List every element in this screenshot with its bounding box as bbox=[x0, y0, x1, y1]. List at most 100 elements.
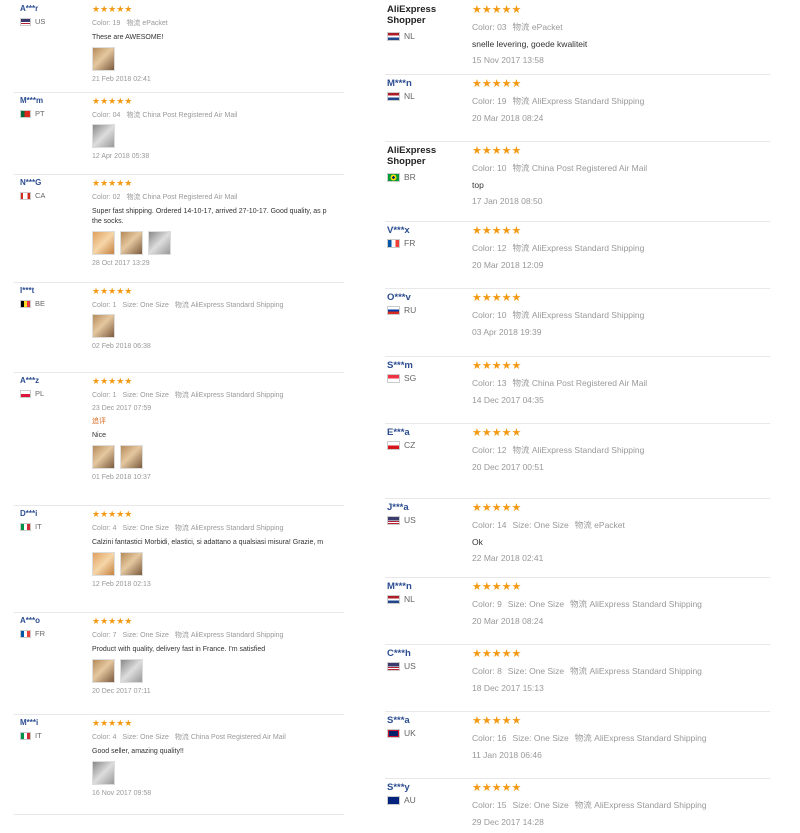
reviewer-name[interactable]: AliExpress Shopper bbox=[387, 145, 436, 167]
review-body: ★★★★★ Color: 8 Size: One Size 物流 AliExpress… bbox=[472, 648, 770, 693]
reviewer-name[interactable]: C***h bbox=[387, 648, 411, 659]
size-value: One Size bbox=[140, 734, 169, 741]
reviewer-name[interactable]: N***G bbox=[20, 178, 41, 187]
review-photo-thumbnail[interactable] bbox=[92, 445, 115, 469]
review-photo-thumbnail[interactable] bbox=[148, 231, 171, 255]
reviewer-name[interactable]: M***n bbox=[387, 78, 412, 89]
reviewer-name[interactable]: D***i bbox=[20, 509, 37, 518]
review-photo-thumbnail[interactable] bbox=[92, 761, 115, 785]
rating-stars: ★★★★★ bbox=[92, 286, 133, 296]
shipping-value: AliExpress Standard Shipping bbox=[594, 733, 707, 743]
reviewer-name[interactable]: A***r bbox=[20, 4, 38, 13]
color-value: 19 bbox=[112, 20, 121, 27]
review-date: 21 Feb 2018 02:41 bbox=[92, 76, 151, 83]
size-value: One Size bbox=[533, 520, 569, 530]
review-photos bbox=[92, 761, 344, 785]
color-label: Color: bbox=[472, 163, 495, 173]
reviewer-name-text: A***z bbox=[20, 376, 40, 385]
color-label: Color: bbox=[472, 22, 495, 32]
reviewer-name-text: S***a bbox=[387, 715, 410, 726]
review-photo-thumbnail[interactable] bbox=[92, 124, 115, 148]
reviewer-name[interactable]: S***a bbox=[387, 715, 410, 726]
reviewer-name-text: A***r bbox=[20, 4, 39, 13]
additional-feedback-date: 01 Feb 2018 10:37 bbox=[92, 474, 151, 481]
shipping-label: 物流 bbox=[174, 392, 189, 399]
country-code: IT bbox=[35, 731, 42, 740]
color-value: 16 bbox=[497, 733, 507, 743]
review-photo-thumbnail[interactable] bbox=[92, 659, 115, 683]
review-photo-thumbnail[interactable] bbox=[120, 445, 143, 469]
review-body: ★★★★★ Color: 1 Size: One Size 物流 AliExpress… bbox=[92, 376, 344, 481]
us-flag-icon bbox=[387, 515, 400, 525]
country-code: FR bbox=[35, 629, 45, 638]
fr-flag-icon bbox=[20, 629, 31, 638]
review-photo-thumbnail[interactable] bbox=[92, 552, 115, 576]
order-info: Color: 4 Size: One Size 物流 AliExpress Stan… bbox=[92, 523, 344, 533]
reviewer-name[interactable]: M***n bbox=[387, 581, 412, 592]
reviewer-country: PL bbox=[20, 389, 44, 398]
review-date: 14 Dec 2017 04:35 bbox=[472, 395, 544, 405]
reviewer-name[interactable]: S***y bbox=[387, 782, 410, 793]
reviewer-name[interactable]: A***o bbox=[20, 616, 40, 625]
order-info: Color: 1 Size: One Size 物流 AliExpress Stan… bbox=[92, 390, 344, 400]
rating-stars: ★★★★★ bbox=[472, 4, 522, 16]
shipping-label: 物流 bbox=[126, 20, 141, 27]
shipping-value: AliExpress Standard Shipping bbox=[190, 392, 284, 399]
additional-feedback-label: 追评 bbox=[92, 418, 106, 425]
review-date: 16 Nov 2017 09:58 bbox=[92, 790, 152, 797]
review-body: ★★★★★ Color: 4 Size: One Size 物流 China Post… bbox=[92, 718, 344, 797]
reviewer-name-text-line2: Shopper bbox=[387, 156, 426, 167]
reviewer-name[interactable]: M***m bbox=[20, 96, 43, 105]
country-code: AU bbox=[404, 795, 416, 805]
reviewer-name[interactable]: O***v bbox=[387, 292, 411, 303]
order-info: Color: 10 物流 China Post Registered Air Ma… bbox=[472, 162, 770, 174]
size-value: One Size bbox=[140, 632, 169, 639]
size-value: One Size bbox=[529, 599, 565, 609]
review-item: J***a US ★★★★★ Color: 14 Size: One Size 物流 eP… bbox=[385, 498, 770, 578]
reviewer-name[interactable]: E***a bbox=[387, 427, 410, 438]
shipping-label: 物流 bbox=[574, 800, 592, 810]
review-photos bbox=[92, 552, 344, 576]
size-value: One Size bbox=[140, 525, 169, 532]
review-photo-thumbnail[interactable] bbox=[120, 552, 143, 576]
review-photo-thumbnail[interactable] bbox=[92, 314, 115, 338]
size-value: One Size bbox=[533, 800, 569, 810]
reviewer-country: NL bbox=[387, 91, 415, 101]
rating-stars: ★★★★★ bbox=[472, 292, 522, 304]
reviewer-name[interactable]: M***i bbox=[20, 718, 38, 727]
reviewer-name[interactable]: AliExpress Shopper bbox=[387, 4, 436, 26]
additional-review-photos bbox=[92, 445, 344, 469]
review-photo-thumbnail[interactable] bbox=[92, 231, 115, 255]
reviewer-name[interactable]: S***m bbox=[387, 360, 413, 371]
color-label: Color: bbox=[472, 666, 495, 676]
shipping-value: China Post Registered Air Mail bbox=[531, 378, 648, 388]
rating-stars: ★★★★★ bbox=[92, 616, 133, 626]
country-code: BR bbox=[404, 172, 416, 182]
rating-stars: ★★★★★ bbox=[472, 782, 522, 794]
review-photo-thumbnail[interactable] bbox=[120, 231, 143, 255]
review-date: 02 Feb 2018 06:38 bbox=[92, 343, 151, 350]
review-date: 20 Mar 2018 12:09 bbox=[472, 260, 544, 270]
country-code: SG bbox=[404, 373, 417, 383]
reviewer-name[interactable]: V***x bbox=[387, 225, 410, 236]
reviewer-name-text: C***h bbox=[387, 648, 411, 659]
review-photo-thumbnail[interactable] bbox=[92, 47, 115, 71]
size-value: One Size bbox=[140, 302, 169, 309]
au-flag-icon bbox=[387, 795, 400, 805]
reviewer-name[interactable]: A***z bbox=[20, 376, 39, 385]
reviewer-name[interactable]: I***t bbox=[20, 286, 34, 295]
review-item: AliExpress Shopper BR ★★★★★ Color: 10 物流 Chin… bbox=[385, 141, 770, 222]
review-date: 11 Jan 2018 06:46 bbox=[472, 750, 542, 760]
reviewer-name[interactable]: J***a bbox=[387, 502, 409, 513]
nl-flag-icon bbox=[387, 31, 400, 41]
color-value: 19 bbox=[497, 96, 507, 106]
size-label: Size: bbox=[122, 302, 139, 309]
review-photo-thumbnail[interactable] bbox=[120, 659, 143, 683]
reviewer-name-text: A***o bbox=[20, 616, 41, 625]
shipping-value: China Post Registered Air Mail bbox=[190, 734, 286, 741]
color-label: Color: bbox=[472, 800, 495, 810]
review-date: 20 Mar 2018 08:24 bbox=[472, 616, 544, 626]
review-body: ★★★★★ Color: 4 Size: One Size 物流 AliExpress… bbox=[92, 509, 344, 588]
order-info: Color: 04 物流 China Post Registered Air Ma… bbox=[92, 110, 344, 120]
review-body: ★★★★★ Color: 16 Size: One Size 物流 AliExpres… bbox=[472, 715, 770, 760]
